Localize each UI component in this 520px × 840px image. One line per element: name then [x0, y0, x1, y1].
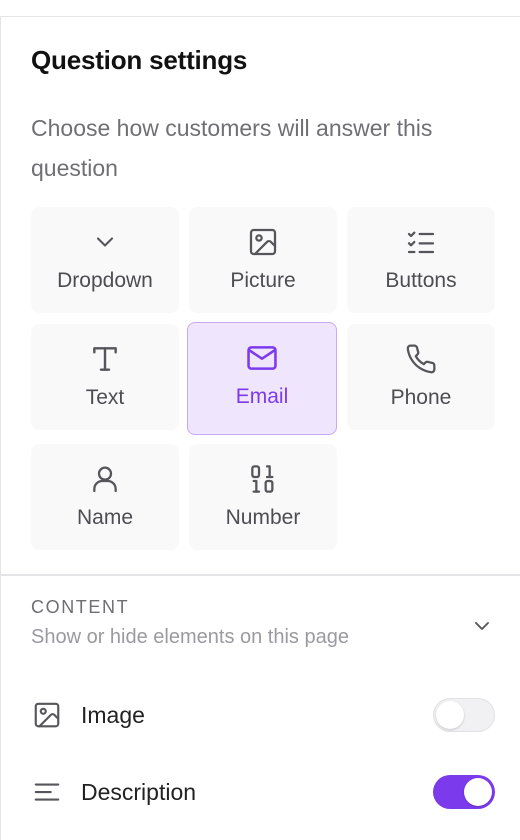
answer-type-email[interactable]: Email	[187, 322, 337, 435]
answer-type-text[interactable]: Text	[31, 324, 179, 430]
answer-type-name[interactable]: Name	[31, 444, 179, 550]
answer-type-label: Text	[85, 386, 125, 409]
content-collapse-toggle[interactable]	[467, 613, 497, 643]
answer-type-label: Picture	[230, 269, 296, 292]
content-toggle-label: Description	[81, 778, 197, 805]
image-visibility-toggle[interactable]	[433, 698, 495, 732]
answer-type-phone[interactable]: Phone	[347, 324, 495, 430]
content-toggle-row-image: Image	[31, 695, 497, 735]
image-icon	[246, 225, 280, 259]
image-icon	[31, 699, 63, 731]
answer-type-label: Phone	[390, 386, 452, 409]
answer-type-dropdown[interactable]: Dropdown	[31, 207, 179, 313]
content-section-description: Show or hide elements on this page	[31, 626, 349, 648]
checklist-icon	[404, 225, 438, 259]
mail-icon	[245, 341, 279, 375]
answer-type-label: Dropdown	[57, 269, 153, 292]
user-icon	[88, 462, 122, 496]
panel-subtitle: Choose how customers will answer this qu…	[31, 115, 433, 181]
align-left-icon	[31, 776, 63, 808]
phone-icon	[404, 342, 438, 376]
binary-icon	[246, 462, 280, 496]
chevron-down-icon	[88, 225, 122, 259]
text-icon	[88, 342, 122, 376]
answer-type-label: Name	[76, 506, 134, 529]
answer-type-number[interactable]: Number	[189, 444, 337, 550]
panel-title: Question settings	[31, 45, 248, 75]
answer-type-buttons[interactable]: Buttons	[347, 207, 495, 313]
answer-type-label: Email	[235, 385, 289, 408]
toggle-knob	[436, 701, 464, 729]
question-settings-panel: Question settings Choose how customers w…	[0, 16, 520, 840]
description-visibility-toggle[interactable]	[433, 775, 495, 809]
section-divider	[1, 574, 520, 576]
content-toggle-row-description: Description	[31, 772, 497, 812]
answer-type-label: Number	[225, 506, 301, 529]
toggle-knob	[464, 778, 492, 806]
chevron-down-icon	[470, 614, 494, 643]
content-toggle-label: Image	[81, 701, 145, 728]
answer-type-label: Buttons	[385, 269, 457, 292]
content-section-heading: CONTENT	[31, 597, 130, 617]
answer-type-picture[interactable]: Picture	[189, 207, 337, 313]
